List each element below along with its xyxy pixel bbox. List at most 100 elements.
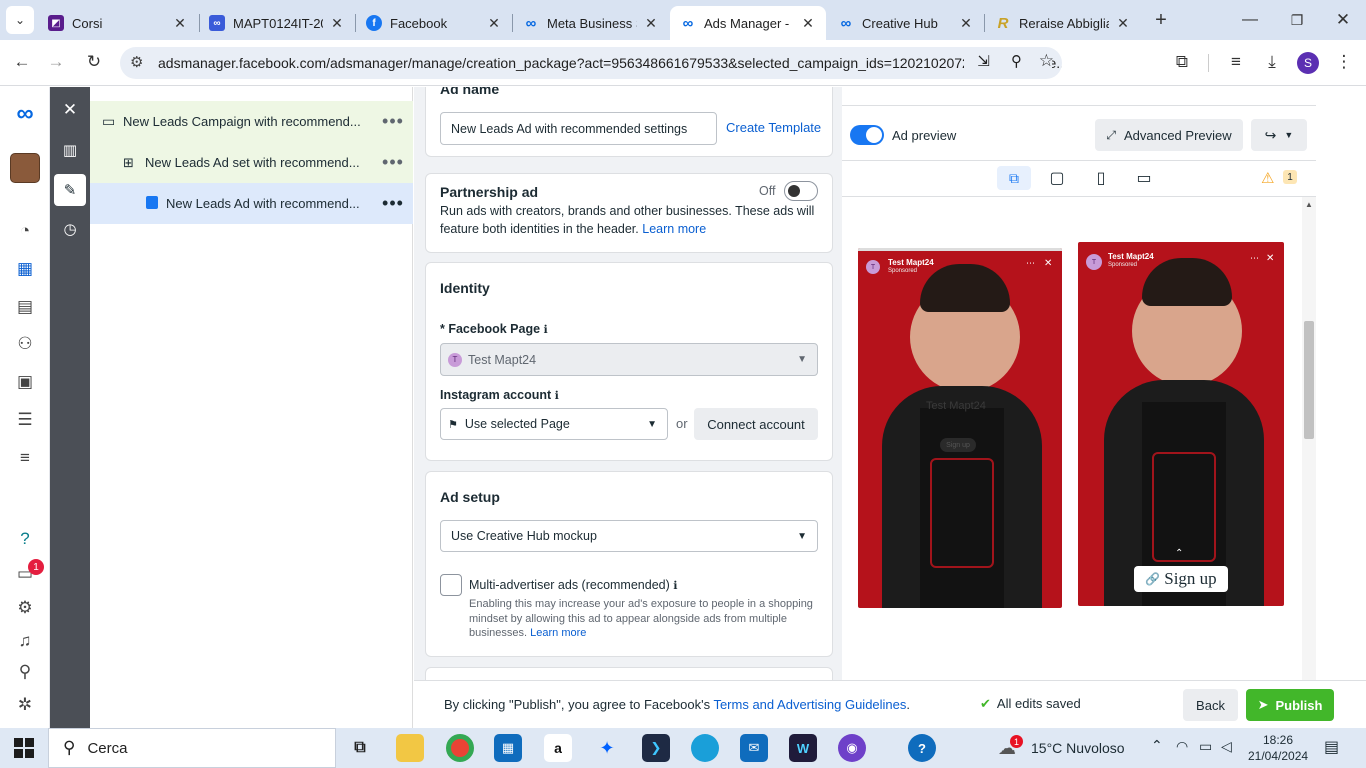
info-icon[interactable]: ℹ [544, 324, 548, 336]
extensions-icon[interactable]: ⧉ [1168, 48, 1196, 76]
partnership-toggle[interactable] [784, 181, 818, 201]
battery-icon[interactable]: ▭ [1199, 738, 1212, 755]
dropbox-icon[interactable]: ✦ [593, 734, 621, 762]
more-options-icon[interactable]: ••• [373, 193, 413, 214]
multi-advertiser-checkbox[interactable] [440, 574, 462, 596]
history-clock-icon[interactable]: ◷ [54, 213, 86, 245]
tab-facebook[interactable]: f Facebook ✕ [356, 6, 512, 40]
mail-icon[interactable]: ✉ [740, 734, 768, 762]
tab-search-menu-icon[interactable]: ⌄ [6, 6, 34, 34]
more-icon[interactable]: ⋯ [1250, 253, 1259, 264]
media-control-icon[interactable]: ≡ [1222, 48, 1250, 76]
account-avatar[interactable] [10, 153, 40, 183]
advanced-preview-button[interactable]: ⤢ Advanced Preview [1095, 119, 1243, 151]
preview-scrollbar[interactable]: ▲ [1302, 197, 1316, 680]
more-icon[interactable]: ⋯ [1026, 258, 1035, 269]
clock[interactable]: 18:26 21/04/2024 [1248, 732, 1308, 764]
quick-assist-icon[interactable]: ? [908, 734, 936, 762]
scrollbar-thumb[interactable] [1304, 321, 1314, 439]
notification-center-icon[interactable]: ▤ [1324, 737, 1339, 757]
tab-reraise[interactable]: R Reraise Abbiglia… ✕ [985, 6, 1141, 40]
minimize-icon[interactable]: — [1236, 6, 1264, 34]
forward-arrow-icon[interactable]: → [42, 48, 70, 76]
tab-meta-business[interactable]: ∞ Meta Business S… ✕ [513, 6, 669, 40]
story-preview-facebook[interactable]: T Test Mapt24 Sponsored ⋯ ✕ Test Mapt24 … [858, 248, 1062, 608]
github-desktop-icon[interactable]: ◉ [838, 734, 866, 762]
info-icon[interactable]: ℹ [555, 390, 559, 402]
warning-icon[interactable]: ⚠ [1261, 169, 1274, 187]
reports-icon[interactable]: ▤ [11, 293, 39, 321]
terms-link[interactable]: Terms and Advertising Guidelines [713, 697, 906, 712]
tab-corsi[interactable]: ◩ Corsi ✕ [38, 6, 198, 40]
audiences-icon[interactable]: ⚇ [11, 330, 39, 358]
close-story-icon[interactable]: ✕ [1044, 258, 1052, 269]
close-tab-icon[interactable]: ✕ [329, 15, 345, 32]
ad-name-input[interactable]: New Leads Ad with recommended settings [440, 112, 717, 145]
ad-setup-select[interactable]: Use Creative Hub mockup ▼ [440, 520, 818, 552]
scroll-up-icon[interactable]: ▲ [1305, 200, 1313, 209]
create-template-link[interactable]: Create Template [726, 120, 821, 135]
powershell-icon[interactable]: ❯ [642, 734, 670, 762]
profile-avatar[interactable]: S [1297, 52, 1319, 74]
taskbar-search-box[interactable]: ⚲ Cerca [48, 728, 336, 768]
restore-icon[interactable]: ❐ [1283, 6, 1311, 34]
volume-icon[interactable]: ◁ [1221, 738, 1232, 755]
settings-gear-icon[interactable]: ⚙ [11, 594, 39, 622]
close-tab-icon[interactable]: ✕ [643, 15, 659, 32]
chart-icon[interactable]: ▥ [54, 134, 86, 166]
sign-up-cta-button[interactable]: 🔗 Sign up [1134, 566, 1228, 592]
install-app-icon[interactable]: ⇲ [977, 52, 990, 70]
share-dropdown-button[interactable]: ↪ ▼ [1251, 119, 1307, 151]
more-options-icon[interactable]: ••• [373, 111, 413, 132]
microsoft-store-icon[interactable]: ▦ [494, 734, 522, 762]
amazon-icon[interactable]: a [544, 734, 572, 762]
bug-report-icon[interactable]: ✲ [11, 691, 39, 719]
tree-adset-row[interactable]: ⊞ New Leads Ad set with recommend... ••• [90, 142, 413, 183]
tab-mapt[interactable]: ∞ MAPT0124IT-20… ✕ [199, 6, 355, 40]
close-window-icon[interactable]: ✕ [1329, 6, 1357, 34]
learn-more-link[interactable]: Learn more [530, 627, 586, 639]
placement-all-icon[interactable]: ⧉ [997, 166, 1031, 190]
close-tab-icon[interactable]: ✕ [486, 15, 502, 32]
close-tab-icon[interactable]: ✕ [958, 15, 974, 32]
reload-icon[interactable]: ↻ [80, 48, 108, 76]
tree-campaign-row[interactable]: ▭ New Leads Campaign with recommend... •… [90, 101, 413, 142]
meta-logo-icon[interactable]: ∞ [11, 100, 39, 128]
site-info-icon[interactable]: ⚙ [130, 53, 143, 71]
story-preview-instagram[interactable]: T Test Mapt24 Sponsored ⋯ ✕ ⌃ 🔗 Sign up [1078, 242, 1284, 606]
placement-vertical-icon[interactable]: ▯ [1089, 166, 1113, 190]
instagram-account-select[interactable]: ⚑ Use selected Page ▼ [440, 408, 668, 440]
bell-icon[interactable]: ♫ [11, 627, 39, 655]
close-story-icon[interactable]: ✕ [1266, 253, 1274, 264]
placement-square-icon[interactable]: ▢ [1045, 166, 1069, 190]
tab-ads-manager[interactable]: ∞ Ads Manager - I… ✕ [670, 6, 826, 40]
tray-chevron-icon[interactable]: ⌃ [1151, 737, 1163, 754]
weather-text[interactable]: 15°C Nuvoloso [1031, 740, 1125, 756]
back-button[interactable]: Back [1183, 689, 1238, 721]
search-icon[interactable]: ⚲ [11, 658, 39, 686]
edit-pencil-icon[interactable]: ✎ [54, 174, 86, 206]
help-icon[interactable]: ? [11, 525, 39, 553]
learn-more-link[interactable]: Learn more [642, 222, 706, 236]
publish-button[interactable]: ➤ Publish [1246, 689, 1334, 721]
browser-menu-icon[interactable]: ⋮ [1330, 48, 1358, 76]
catalog-icon[interactable]: ☰ [11, 406, 39, 434]
zoom-icon[interactable]: ⚲ [1011, 52, 1022, 70]
webex-icon[interactable]: W [789, 734, 817, 762]
more-options-icon[interactable]: ••• [373, 152, 413, 173]
tab-creative-hub[interactable]: ∞ Creative Hub ✕ [828, 6, 984, 40]
download-icon[interactable]: ⤓ [1258, 48, 1286, 76]
wifi-icon[interactable]: ◠ [1176, 738, 1188, 755]
back-arrow-icon[interactable]: ← [8, 48, 36, 76]
close-editor-icon[interactable]: ✕ [54, 94, 86, 126]
address-bar[interactable]: ⚙ adsmanager.facebook.com/adsmanager/man… [120, 47, 1062, 79]
ad-preview-toggle[interactable] [850, 125, 884, 145]
placement-landscape-icon[interactable]: ▭ [1132, 166, 1156, 190]
close-tab-icon[interactable]: ✕ [800, 15, 816, 32]
facebook-page-select[interactable]: T Test Mapt24 ▼ [440, 343, 818, 376]
new-tab-icon[interactable]: + [1147, 6, 1175, 34]
info-icon[interactable]: ℹ [673, 580, 677, 592]
file-explorer-icon[interactable] [396, 734, 424, 762]
windows-start-icon[interactable] [14, 738, 34, 758]
task-view-icon[interactable]: ⧉ [346, 734, 374, 762]
